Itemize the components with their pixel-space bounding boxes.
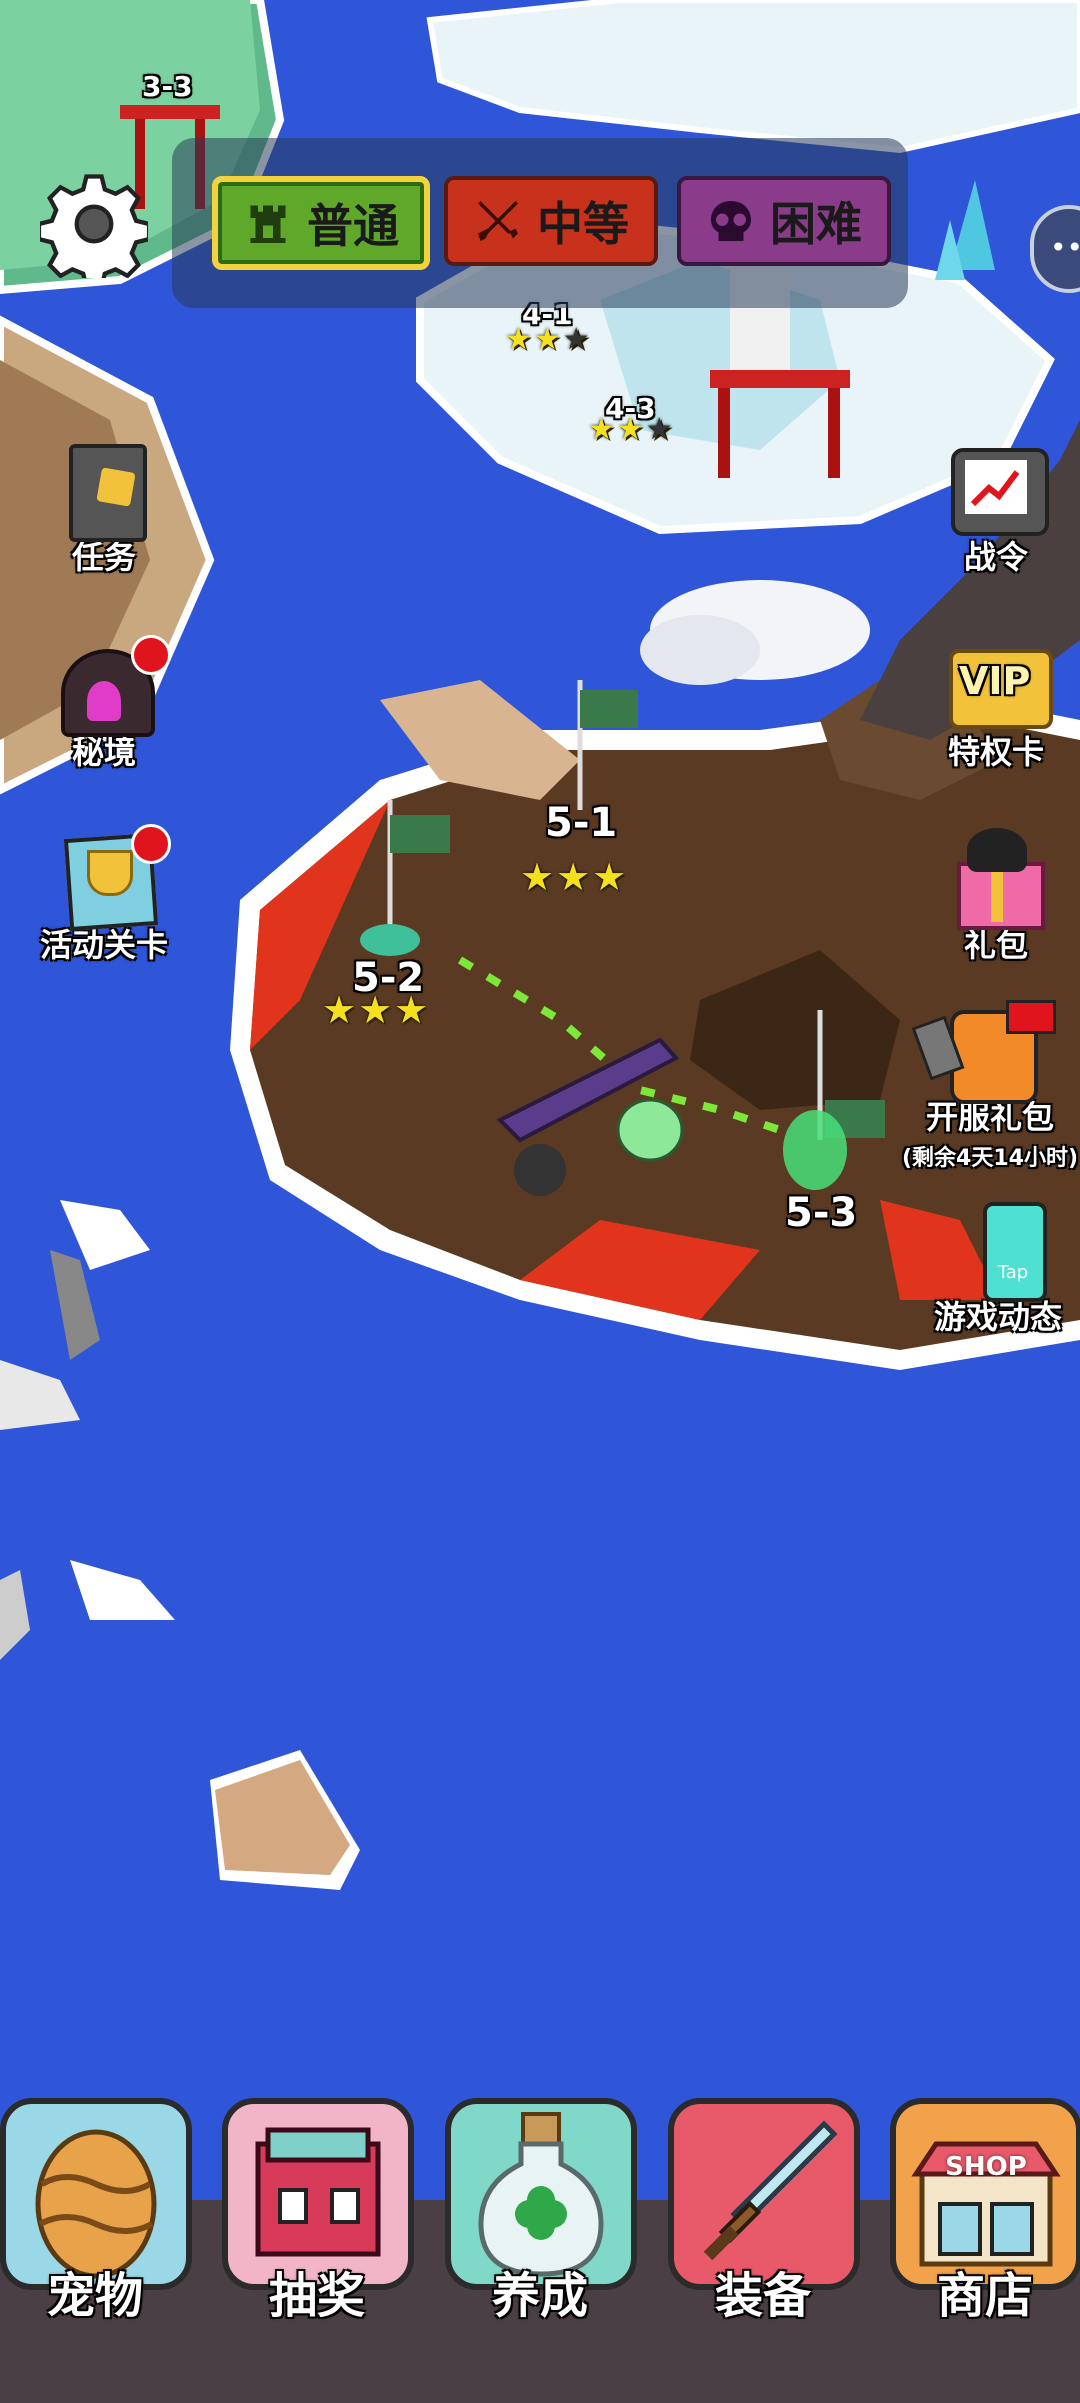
event-levels-button[interactable]: 活动关卡 [34,824,174,966]
battle-pass-button[interactable]: 战令 [926,440,1066,578]
nav-equipment[interactable]: 装备 [668,2098,860,2324]
secret-realm-button[interactable]: 秘境 [34,635,174,773]
gear-icon [36,174,152,289]
nav-lottery[interactable]: 抽奖 [222,2098,414,2324]
nav-shop-label: 商店 [936,2268,1033,2324]
difficulty-hard-label: 困难 [770,197,862,251]
vip-card-button[interactable]: VIP 特权卡 [926,635,1066,773]
level-stars-5-2: ★★★ [322,988,431,1032]
phone-tap-icon: Tap [943,1200,1053,1302]
difficulty-hard-button[interactable]: 困难 [677,176,891,266]
tasks-button[interactable]: 任务 [34,440,174,578]
vip-icon: VIP [941,635,1053,735]
vip-badge: VIP [959,659,1031,703]
difficulty-selector: 普通 中等 困难 [172,138,908,308]
level-label-5-1[interactable]: 5-1 [545,800,617,846]
level-stars-5-1: ★★★ [520,855,629,899]
server-gift-timer: (剩余4天14小时) [901,1146,1079,1171]
shop-sign: SHOP [945,2152,1027,2182]
nav-equipment-label: 装备 [714,2268,811,2324]
tv-chart-icon [941,440,1051,540]
nav-lottery-label: 抽奖 [268,2268,365,2324]
nav-pet[interactable]: 宠物 [0,2098,192,2324]
crossed-swords-icon [478,201,518,241]
settings-button[interactable] [36,170,152,289]
difficulty-normal-label: 普通 [307,199,399,253]
gift-box-icon [941,828,1051,930]
game-news-button[interactable]: Tap 游戏动态 [918,1200,1078,1338]
cat-mascot-icon [911,1000,1060,1104]
skull-icon [711,201,751,241]
notification-dot [131,824,171,864]
difficulty-normal-button[interactable]: 普通 [212,176,430,270]
level-label-5-3[interactable]: 5-3 [785,1190,857,1236]
tap-badge: Tap [997,1262,1029,1283]
nav-pet-label: 宠物 [46,2268,143,2324]
notification-dot [131,635,171,675]
nav-nurture[interactable]: 养成 [445,2098,637,2324]
level-label-3-3[interactable]: 3-3 [142,70,193,103]
nav-nurture-label: 养成 [491,2268,588,2324]
castle-icon [250,205,286,243]
server-gift-button[interactable]: 开服礼包 (剩余4天14小时) [900,1000,1080,1172]
difficulty-medium-label: 中等 [537,197,629,251]
gift-pack-button[interactable]: 礼包 [926,828,1066,966]
trophy-icon [49,824,171,931]
book-icon [49,440,159,542]
level-stars-4-1: ★★★ [505,322,592,357]
level-stars-4-3: ★★★ [588,412,675,447]
difficulty-medium-button[interactable]: 中等 [444,176,658,266]
nav-shop[interactable]: SHOP 商店 [890,2098,1080,2324]
cave-portal-icon [49,635,171,737]
chat-icon: •• [1050,231,1080,264]
